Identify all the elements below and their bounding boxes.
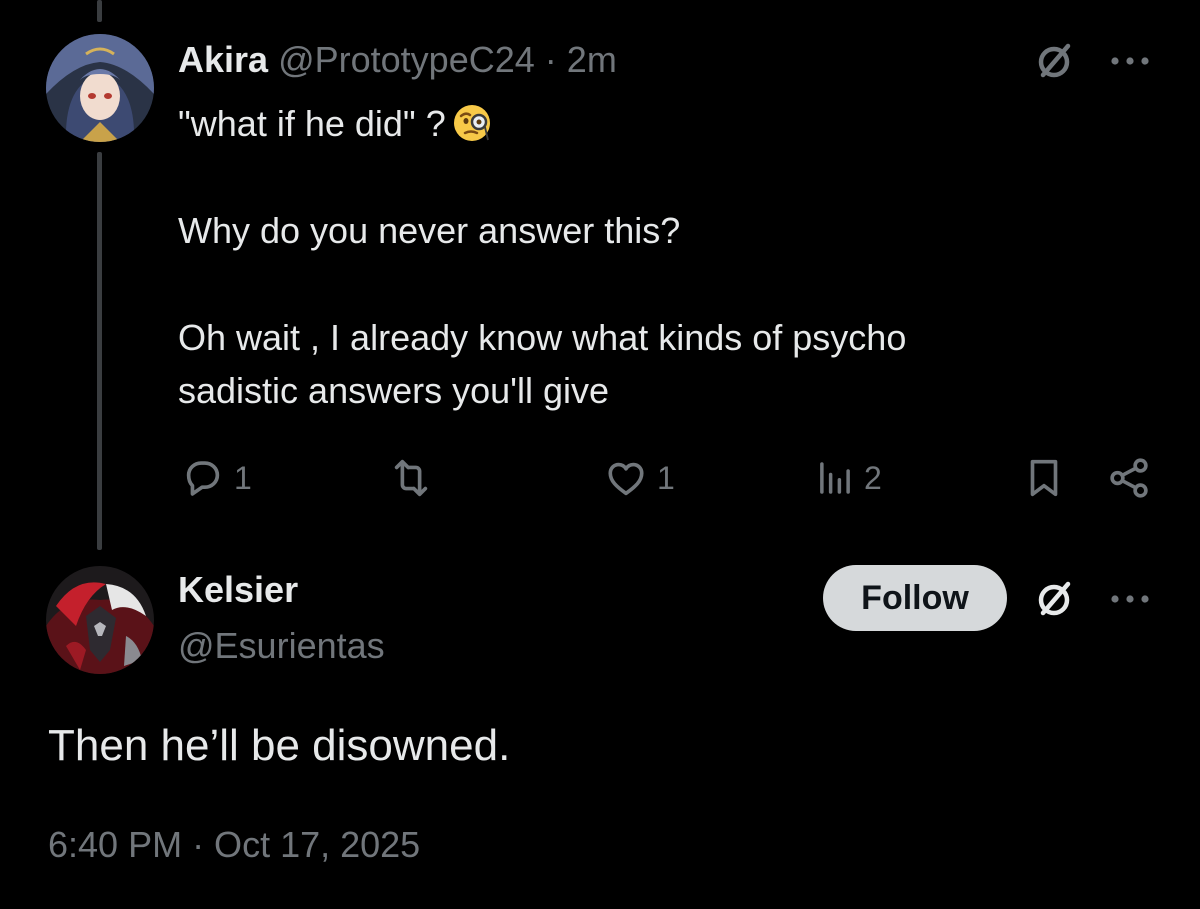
- grok-icon[interactable]: [1032, 576, 1078, 622]
- share-icon: [1110, 458, 1148, 498]
- parent-time[interactable]: 2m: [567, 39, 617, 80]
- follow-button[interactable]: Follow: [823, 565, 1007, 631]
- main-tweet-text: Then he’ll be disowned.: [48, 721, 511, 770]
- parent-tweet-line-2: Why do you never answer this?: [178, 210, 681, 251]
- parent-display-name[interactable]: Akira: [178, 39, 268, 80]
- grok-icon[interactable]: [1032, 38, 1078, 84]
- parent-handle[interactable]: @PrototypeC24: [278, 39, 535, 80]
- main-handle[interactable]: @Esurientas: [178, 624, 385, 668]
- monocle-face-icon: [452, 102, 494, 144]
- reply-icon: [186, 461, 220, 496]
- retweet-icon: [394, 459, 428, 497]
- main-display-name-line: Kelsier: [178, 568, 298, 612]
- bookmark-button[interactable]: [1024, 455, 1064, 501]
- views-button[interactable]: 2: [814, 455, 882, 501]
- like-icon: [608, 462, 644, 496]
- parent-tweet-line-1: "what if he did" ?: [178, 97, 494, 150]
- more-icon[interactable]: [1106, 584, 1154, 614]
- reply-button[interactable]: 1: [180, 455, 252, 501]
- parent-tweet-line-3: Oh wait , I already know what kinds of p…: [178, 317, 907, 358]
- kelsier-avatar[interactable]: [46, 566, 154, 674]
- thread-line-top: [97, 0, 102, 22]
- thread-line-connector: [97, 152, 102, 550]
- like-count: 1: [657, 459, 675, 496]
- main-display-name[interactable]: Kelsier: [178, 569, 298, 610]
- parent-author-line: Akira @PrototypeC24 · 2m: [178, 38, 617, 82]
- akira-avatar[interactable]: [46, 34, 154, 142]
- reply-count: 1: [234, 459, 252, 496]
- share-button[interactable]: [1106, 455, 1152, 501]
- main-tweet-timestamp[interactable]: 6:40 PM · Oct 17, 2025: [48, 822, 420, 868]
- more-icon[interactable]: [1106, 46, 1154, 76]
- like-button[interactable]: 1: [603, 455, 675, 501]
- views-count: 2: [864, 459, 882, 496]
- parent-separator: ·: [544, 39, 557, 80]
- parent-text-line-1: "what if he did" ?: [178, 103, 446, 144]
- retweet-button[interactable]: [388, 455, 442, 501]
- bookmark-icon: [1030, 459, 1058, 497]
- views-icon: [820, 462, 850, 494]
- parent-tweet-line-4: sadistic answers you'll give: [178, 370, 610, 411]
